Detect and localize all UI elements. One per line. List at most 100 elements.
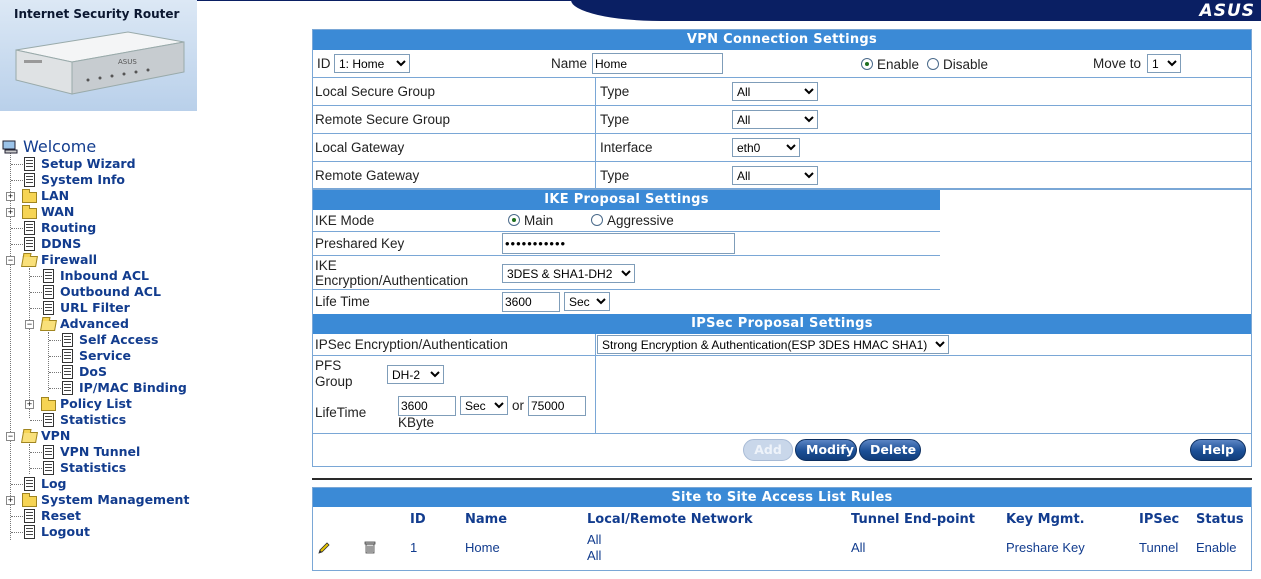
- sidebar-item-lan[interactable]: LAN: [22, 188, 124, 204]
- document-icon: [24, 237, 35, 251]
- pfs-group-select[interactable]: DH-2: [387, 365, 444, 384]
- sidebar-item-vpn[interactable]: VPN: [21, 428, 144, 444]
- sidebar-item-firewall[interactable]: Firewall: [21, 252, 144, 268]
- sidebar-item-outbound-acl[interactable]: Outbound ACL: [43, 284, 183, 300]
- delete-trash-icon[interactable]: [363, 540, 377, 554]
- sidebar-item-label: Service: [79, 348, 131, 363]
- ike-mode-aggressive-label: Aggressive: [607, 213, 674, 228]
- local-secure-group-row: Local Secure Group Type All: [313, 78, 1251, 106]
- sidebar-item-system-info[interactable]: System Info: [24, 172, 184, 188]
- sidebar-item-ip-mac-binding[interactable]: IP/MAC Binding: [62, 380, 222, 396]
- expand-icon[interactable]: +: [25, 400, 34, 409]
- sidebar-item-inbound-acl[interactable]: Inbound ACL: [43, 268, 183, 284]
- sidebar-item-setup-wizard[interactable]: Setup Wizard: [24, 156, 184, 172]
- ipsec-lifetime-unit-select[interactable]: Sec: [460, 396, 508, 415]
- edit-pencil-icon[interactable]: [317, 541, 331, 555]
- tree-connector: [30, 292, 42, 293]
- ike-section: IKE Proposal Settings IKE Mode Main Aggr…: [313, 190, 1251, 314]
- sidebar-item-label: Outbound ACL: [60, 284, 161, 299]
- router-brand-label: ASUS: [118, 58, 137, 66]
- or-label: or: [512, 398, 525, 413]
- cell-local-network: All: [587, 532, 602, 547]
- table-row: 1 Home All All All Preshare Key Tunnel E…: [313, 528, 1251, 568]
- tree-connector: [11, 484, 23, 485]
- sidebar-item-log[interactable]: Log: [24, 476, 124, 492]
- preshared-key-row: Preshared Key: [313, 232, 940, 256]
- ipsec-lifetime-label: LifeTime: [315, 405, 367, 420]
- tree-connector: [11, 516, 23, 517]
- tree-connector: [49, 372, 61, 373]
- sidebar-item-label: Inbound ACL: [60, 268, 149, 283]
- action-buttons-row: Add Modify Delete Help: [313, 434, 1251, 466]
- sidebar-item-wan[interactable]: WAN: [22, 204, 124, 220]
- expand-icon[interactable]: +: [6, 496, 15, 505]
- sidebar-item-firewall-statistics[interactable]: Statistics: [43, 412, 183, 428]
- move-to-select[interactable]: 1: [1147, 54, 1181, 73]
- enable-radio[interactable]: [861, 58, 873, 70]
- access-list-header: Site to Site Access List Rules: [313, 488, 1251, 507]
- sidebar-item-welcome[interactable]: Welcome: [2, 137, 122, 157]
- tree-connector: [11, 244, 23, 245]
- column-header-network: Local/Remote Network: [587, 512, 753, 527]
- sidebar-item-service[interactable]: Service: [62, 348, 202, 364]
- pfs-label-line1: PFS: [315, 358, 342, 373]
- ike-mode-aggressive-radio[interactable]: [591, 214, 603, 226]
- preshared-key-input[interactable]: [502, 233, 735, 254]
- sidebar-item-ddns[interactable]: DDNS: [24, 236, 124, 252]
- sidebar-item-label: DDNS: [41, 236, 82, 251]
- expand-icon[interactable]: +: [6, 208, 15, 217]
- local-secure-type-select[interactable]: All: [732, 82, 818, 101]
- sidebar-item-label: Routing: [41, 220, 97, 235]
- local-gateway-interface-select[interactable]: eth0: [732, 138, 800, 157]
- ipsec-encryption-select[interactable]: Strong Encryption & Authentication(ESP 3…: [597, 335, 949, 354]
- help-button[interactable]: Help: [1190, 439, 1246, 461]
- sidebar-item-logout[interactable]: Logout: [24, 524, 124, 540]
- expand-icon[interactable]: +: [6, 192, 15, 201]
- sidebar-item-routing[interactable]: Routing: [24, 220, 124, 236]
- add-button[interactable]: Add: [743, 439, 793, 461]
- sidebar-item-system-management[interactable]: System Management: [22, 492, 204, 508]
- sidebar-item-vpn-statistics[interactable]: Statistics: [43, 460, 183, 476]
- document-icon: [43, 445, 54, 459]
- remote-gateway-type-select[interactable]: All: [732, 166, 818, 185]
- remote-secure-type-select[interactable]: All: [732, 110, 818, 129]
- cell-divider: [595, 106, 596, 133]
- sidebar-tree: Welcome Setup Wizard System Info + LAN +…: [0, 136, 300, 556]
- ike-encryption-select[interactable]: 3DES & SHA1-DH2: [502, 264, 635, 283]
- delete-button[interactable]: Delete: [859, 439, 921, 461]
- local-gateway-row: Local Gateway Interface eth0: [313, 134, 1251, 162]
- ike-lifetime-unit-select[interactable]: Sec: [564, 292, 610, 311]
- sidebar-item-reset[interactable]: Reset: [24, 508, 124, 524]
- sidebar-item-url-filter[interactable]: URL Filter: [43, 300, 183, 316]
- collapse-icon[interactable]: −: [6, 256, 15, 265]
- ipsec-kbyte-input[interactable]: [528, 396, 586, 416]
- collapse-icon[interactable]: −: [6, 432, 15, 441]
- kbyte-label: KByte: [398, 415, 435, 430]
- name-input[interactable]: [592, 53, 723, 74]
- id-select[interactable]: 1: Home: [334, 54, 410, 73]
- sidebar-item-label: WAN: [41, 204, 75, 219]
- collapse-icon[interactable]: −: [25, 320, 34, 329]
- preshared-key-label: Preshared Key: [315, 236, 405, 251]
- tree-connector: [30, 420, 42, 421]
- modify-button[interactable]: Modify: [795, 439, 857, 461]
- disable-radio[interactable]: [927, 58, 939, 70]
- ipsec-header: IPSec Proposal Settings: [313, 314, 1251, 334]
- cell-id: 1: [410, 540, 418, 555]
- sidebar-item-advanced[interactable]: Advanced: [40, 316, 183, 332]
- folder-icon: [22, 493, 37, 507]
- document-icon: [43, 413, 54, 427]
- remote-secure-group-label: Remote Secure Group: [315, 112, 451, 127]
- sidebar-item-dos[interactable]: DoS: [62, 364, 202, 380]
- sidebar-item-policy-list[interactable]: Policy List: [41, 396, 183, 412]
- ipsec-lifetime-input[interactable]: [398, 396, 456, 416]
- ike-lifetime-input[interactable]: [502, 292, 560, 312]
- document-icon: [24, 477, 35, 491]
- sidebar-item-self-access[interactable]: Self Access: [62, 332, 202, 348]
- sidebar-item-vpn-tunnel[interactable]: VPN Tunnel: [43, 444, 183, 460]
- ike-mode-main-radio[interactable]: [508, 214, 520, 226]
- main-panel: VPN Connection Settings ID 1: Home Name …: [312, 29, 1252, 467]
- remote-gateway-label: Remote Gateway: [315, 168, 420, 183]
- ike-mode-main-label: Main: [524, 213, 554, 228]
- router-image: ASUS: [15, 31, 185, 95]
